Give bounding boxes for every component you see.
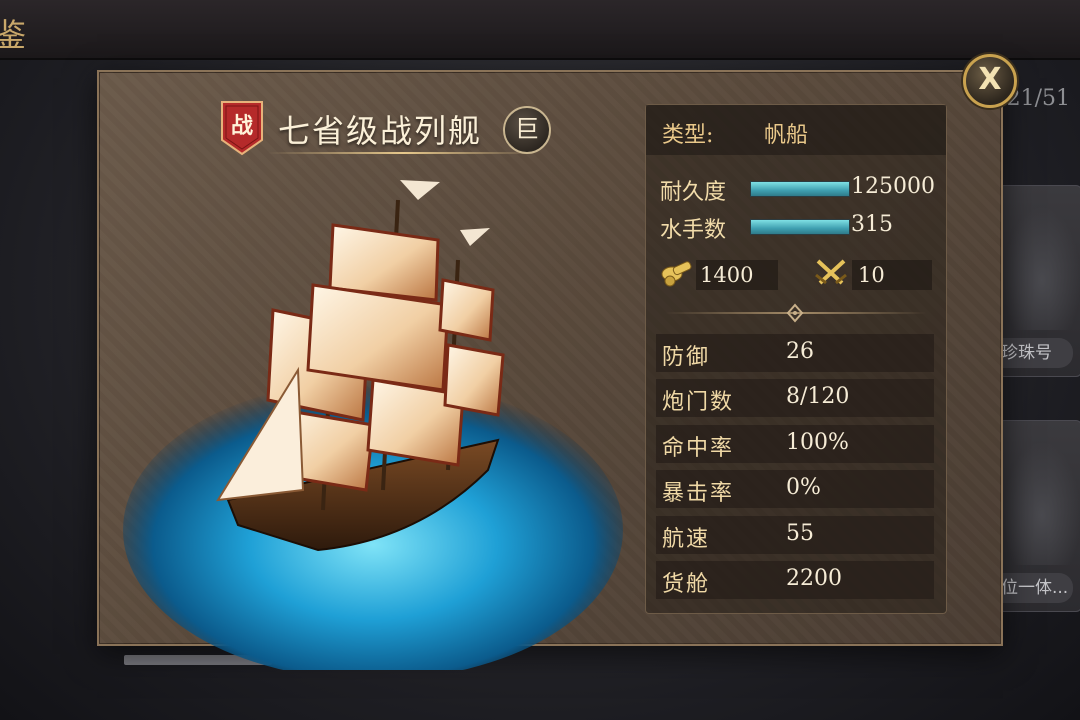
durability-bar [750,181,850,197]
top-header-bar: 鉴 [0,0,1080,60]
attribute-row-defense: 防御 26 [656,334,934,372]
cannon-power-box: 1400 [696,260,778,290]
background-ship-card[interactable]: 位一体... [998,420,1080,612]
ship-card-label: 位一体... [999,573,1073,603]
ship-size-badge: 巨 [503,106,551,154]
crew-bar-fill [751,220,849,234]
ship-type-row: 类型: 帆船 [646,105,946,155]
cannon-icon [661,261,692,287]
divider-ornament-icon [786,303,804,323]
sail [306,283,450,392]
attribute-label: 航速 [662,527,711,552]
type-value: 帆船 [764,123,809,148]
ship-thumbnail [1003,441,1080,565]
crew-value: 315 [851,212,893,237]
ship-name: 七省级战列舰 [278,112,483,150]
attribute-row-crit-rate: 暴击率 0% [656,470,934,508]
role-badge-text: 战 [230,113,253,139]
background-ship-card[interactable]: 珍珠号 [998,185,1080,377]
title-underline [268,152,538,154]
flag [460,228,490,246]
durability-label: 耐久度 [660,180,727,205]
crossed-swords-icon [815,259,847,285]
attribute-value: 26 [786,339,814,364]
header-title: 鉴 [0,16,27,54]
ship-card-label: 珍珠号 [999,338,1073,368]
cannon-power-value: 1400 [700,263,754,287]
attribute-value: 2200 [786,566,842,591]
sail [438,278,495,342]
close-button[interactable]: X [963,54,1017,108]
flag [400,180,440,200]
attribute-value: 8/120 [786,384,850,409]
attribute-label: 货舱 [662,572,711,597]
attribute-row-accuracy: 命中率 100% [656,425,934,463]
attribute-row-speed: 航速 55 [656,516,934,554]
ship-thumbnail [1003,206,1080,330]
attribute-label: 命中率 [662,436,735,461]
crew-label: 水手数 [660,218,727,243]
durability-bar-fill [751,182,849,196]
crew-bar [750,219,850,235]
attribute-label: 炮门数 [662,390,735,415]
attribute-value: 0% [786,475,821,500]
attribute-value: 55 [786,521,814,546]
durability-value: 125000 [851,174,935,199]
attribute-row-cargo: 货舱 2200 [656,561,934,599]
attribute-label: 防御 [662,345,711,370]
attribute-label: 暴击率 [662,481,735,506]
attribute-value: 100% [786,430,849,455]
melee-power-box: 10 [852,260,932,290]
ship-illustration [123,180,623,670]
collection-counter: 21/51 [1006,86,1070,111]
attribute-row-cannon-ports: 炮门数 8/120 [656,379,934,417]
type-label: 类型: [662,123,714,148]
sail [443,343,505,417]
melee-power-value: 10 [858,263,885,287]
